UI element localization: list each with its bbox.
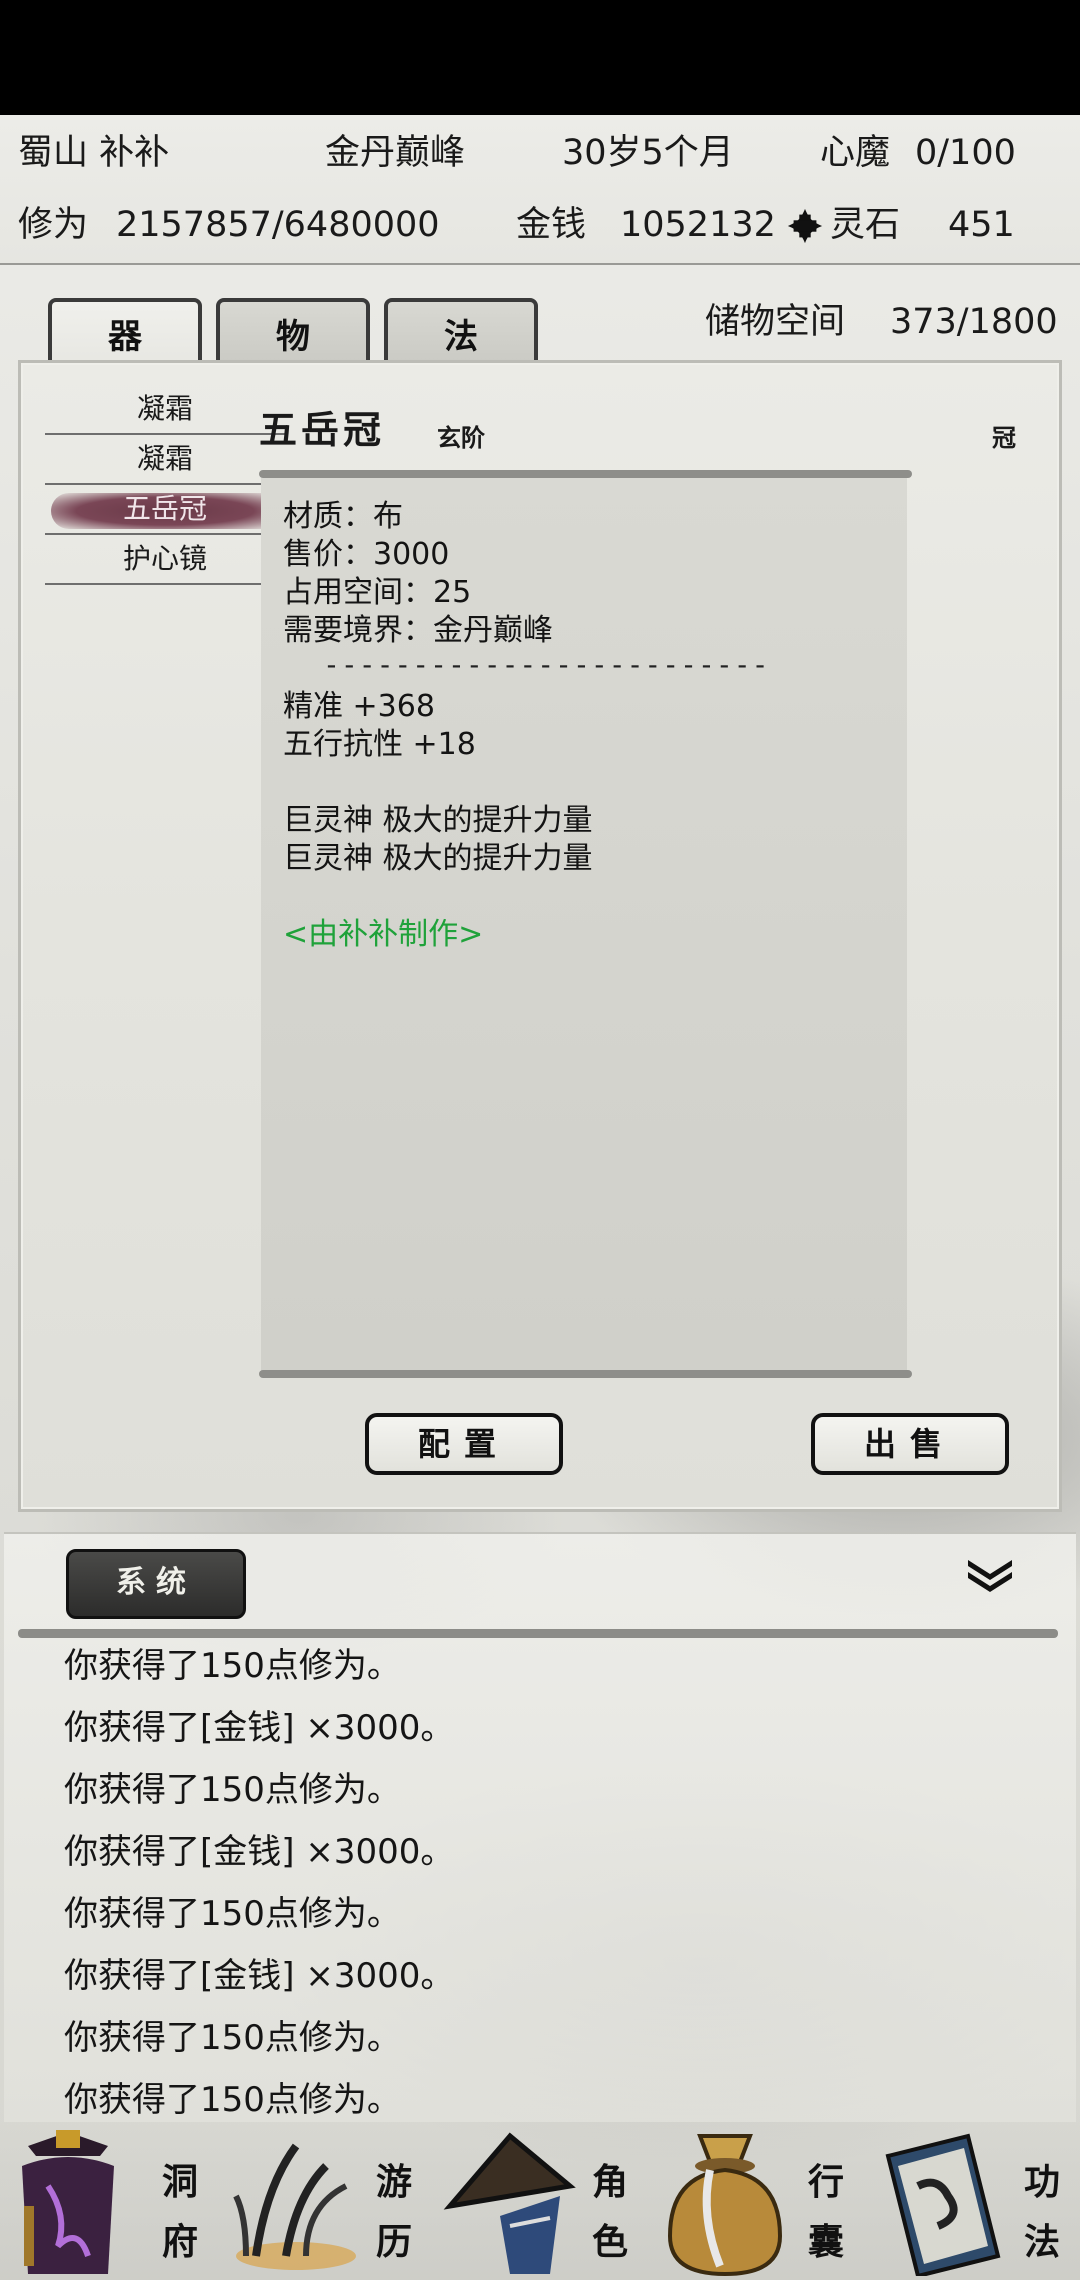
heart-demon-value: 0/100 [915,133,1016,173]
nav-char: 功 [1023,2161,1060,2203]
pouch-icon [667,2134,783,2276]
item-panel: 凝霜 凝霜 五岳冠 护心镜 五岳冠 玄阶 冠 材质：布 售价：3000 占用空间… [18,360,1062,1512]
item-grade: 玄阶 [437,423,485,452]
scroll-book-icon [885,2133,1001,2276]
detail-sheet: 材质：布 售价：3000 占用空间：25 需要境界：金丹巅峰 ---------… [261,478,907,1371]
sect-name: 蜀山 补补 [18,133,170,173]
equip-button[interactable]: 配置 [365,1413,563,1475]
character-header: 蜀山 补补 金丹巅峰 30岁5个月 心魔 0/100 修为 2157857/64… [0,115,1080,265]
header-row-1: 蜀山 补补 金丹巅峰 30岁5个月 心魔 0/100 [0,125,1080,181]
nav-char: 法 [1023,2221,1060,2263]
list-item-label: 凝霜 [136,392,193,425]
item-effect: 巨灵神 极大的提升力量 [283,803,593,838]
cultivation-label: 修为 [18,205,89,245]
nav-label: 洞 府 [158,2162,202,2262]
item-stat-accuracy: 精准 +368 [283,689,435,724]
nav-character[interactable]: 角 色 [432,2120,648,2280]
list-item[interactable]: 护心镜 [45,535,285,585]
sell-button[interactable]: 出售 [811,1413,1009,1475]
item-price: 售价：3000 [283,537,450,572]
nav-techniques[interactable]: 功 法 [864,2120,1080,2280]
item-slot: 冠 [992,423,1016,452]
spirit-stone-icon [787,208,823,244]
item-effect: 巨灵神 极大的提升力量 [283,841,593,876]
nav-inventory[interactable]: 行 囊 [648,2120,864,2280]
item-space: 占用空间：25 [283,575,472,610]
system-log-panel: 系统 你获得了150点修为。 你获得了[金钱] ×3000。 你获得了150点修… [4,1532,1076,2122]
double-chevron-down-icon[interactable] [964,1554,1016,1594]
nav-label: 游 历 [372,2162,416,2262]
divider [259,1370,912,1378]
nav-char: 历 [375,2221,412,2263]
cultivation-value: 2157857/6480000 [116,205,440,245]
header-row-2: 修为 2157857/6480000 金钱 1052132 灵石 451 [0,197,1080,253]
nav-label: 行 囊 [804,2162,848,2262]
nav-cave-abode[interactable]: 洞 府 [0,2120,216,2280]
item-maker: <由补补制作> [283,917,484,952]
divider [259,470,912,478]
nav-char: 色 [591,2221,628,2263]
item-title: 五岳冠 玄阶 [259,398,909,468]
storage-label: 储物空间 [705,302,846,342]
dashed-divider: ------------------------- [323,648,770,681]
log-line: 你获得了[金钱] ×3000。 [64,1832,455,1872]
item-detail: 五岳冠 玄阶 冠 材质：布 售价：3000 占用空间：25 需要境界：金丹巅峰 … [259,398,1031,1508]
log-line: 你获得了150点修为。 [64,1894,401,1934]
log-line: 你获得了[金钱] ×3000。 [64,1956,455,1996]
heart-demon-label: 心魔 [820,133,891,173]
nav-char: 行 [807,2161,844,2203]
log-line: 你获得了150点修为。 [64,2018,401,2058]
log-line: 你获得了150点修为。 [64,2080,401,2120]
nav-label: 角 色 [588,2162,632,2262]
list-item-label: 护心镜 [122,542,207,575]
spirit-stone-value: 451 [948,205,1015,245]
storage-space: 储物空间 373/1800 [705,292,1058,352]
spirit-stone-label: 灵石 [830,205,901,245]
item-list: 凝霜 凝霜 五岳冠 护心镜 [45,385,285,585]
log-line: 你获得了150点修为。 [64,1646,401,1686]
item-name: 五岳冠 [259,407,386,452]
list-item[interactable]: 凝霜 [45,385,285,435]
age-text: 30岁5个月 [562,133,734,173]
bottom-nav: 洞 府 游 历 角 色 行 囊 功 法 [0,2120,1080,2280]
nav-label: 功 法 [1020,2162,1064,2262]
status-bar [0,0,1080,115]
storage-value: 373/1800 [890,302,1058,342]
nav-char: 洞 [161,2161,198,2203]
item-requirement: 需要境界：金丹巅峰 [283,613,553,648]
tab-system[interactable]: 系统 [66,1549,246,1619]
app-root: 蜀山 补补 金丹巅峰 30岁5个月 心魔 0/100 修为 2157857/64… [0,0,1080,2280]
divider [18,1629,1058,1638]
money-value: 1052132 [620,205,776,245]
list-item[interactable]: 凝霜 [45,435,285,485]
realm-text: 金丹巅峰 [325,133,466,173]
item-stat-resistance: 五行抗性 +18 [283,727,476,762]
nav-char: 角 [591,2161,628,2203]
log-line: 你获得了[金钱] ×3000。 [64,1708,455,1748]
grass-icon [233,2143,356,2270]
list-item-label: 五岳冠 [122,492,207,525]
nav-char: 游 [375,2161,412,2203]
straw-hat-icon [443,2132,576,2274]
list-item-label: 凝霜 [136,442,193,475]
money-label: 金钱 [516,205,587,245]
nav-char: 府 [161,2221,198,2263]
log-line: 你获得了150点修为。 [64,1770,401,1810]
pagoda-icon [22,2130,114,2274]
list-item-selected[interactable]: 五岳冠 [45,485,285,535]
nav-char: 囊 [807,2221,844,2263]
nav-travel[interactable]: 游 历 [216,2120,432,2280]
item-material: 材质：布 [283,499,403,534]
